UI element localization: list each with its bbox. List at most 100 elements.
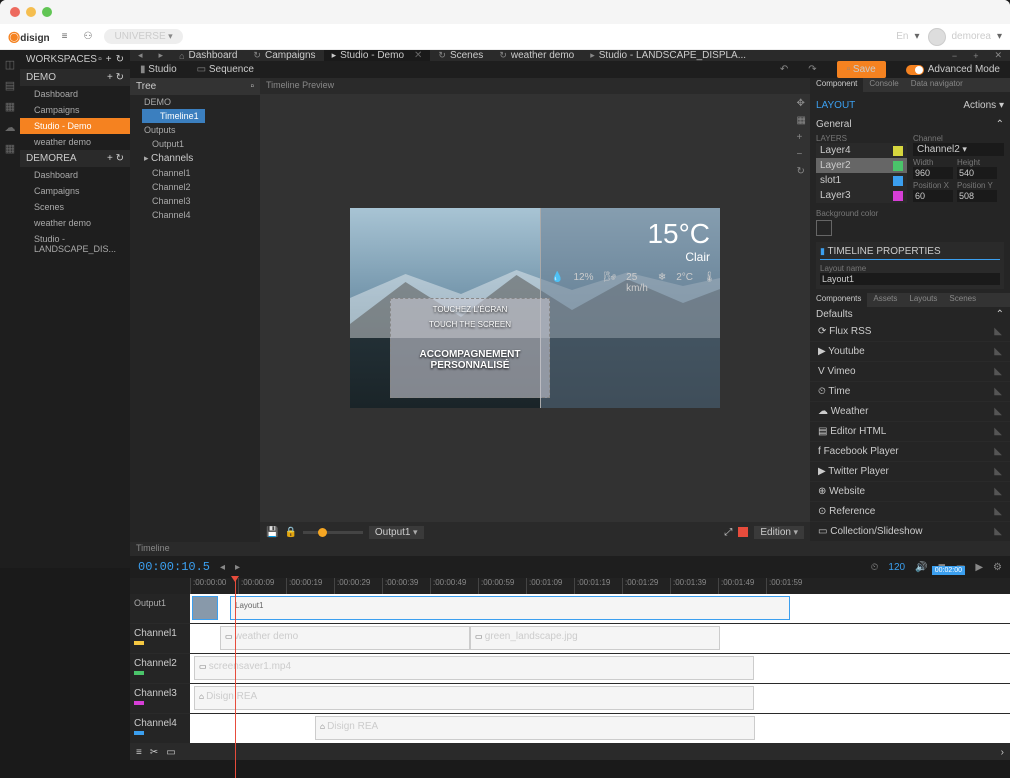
timeline-clip[interactable]: Layout1 <box>230 596 790 620</box>
track-label[interactable]: Output1 <box>130 594 190 623</box>
track-label[interactable]: Channel2 <box>130 654 190 683</box>
menu-icon[interactable]: ≡ <box>58 31 72 42</box>
zoom-slider[interactable] <box>303 531 363 534</box>
layer-row[interactable]: Layer3 <box>816 188 907 203</box>
tree-item[interactable]: Channel1 <box>130 166 260 180</box>
close-all-icon[interactable]: ✕ <box>986 50 1010 61</box>
chevron-up-icon[interactable]: ⌃ <box>996 119 1004 130</box>
component-item[interactable]: ▤ Editor HTML◣ <box>810 422 1010 442</box>
track-label[interactable]: Channel4 <box>130 714 190 743</box>
ws-item[interactable]: Dashboard <box>20 167 130 183</box>
close-dot[interactable] <box>10 7 20 17</box>
settings-icon[interactable]: ⚙ <box>993 562 1002 573</box>
record-icon[interactable] <box>738 527 748 537</box>
minus-icon[interactable]: − <box>797 149 806 160</box>
bookmark-icon[interactable]: ◣ <box>994 366 1002 377</box>
bookmark-icon[interactable]: ◣ <box>994 526 1002 537</box>
component-item[interactable]: ▶ Youtube◣ <box>810 342 1010 362</box>
timeline-clip[interactable]: ⌂ Disign REA <box>194 686 754 710</box>
ws-item[interactable]: Dashboard <box>20 86 130 102</box>
tree-item[interactable]: Channel2 <box>130 180 260 194</box>
user-menu[interactable]: demorea ▾ <box>928 28 1003 46</box>
prev-icon[interactable]: ◂ <box>220 562 225 573</box>
component-item[interactable]: V Vimeo◣ <box>810 362 1010 382</box>
ws-item[interactable]: Studio - LANDSCAPE_DIS... <box>20 231 130 257</box>
component-item[interactable]: f Facebook Player◣ <box>810 442 1010 462</box>
timeline-clip[interactable]: ▭ weather demo <box>220 626 470 650</box>
clock-icon[interactable]: ⏲ <box>871 562 879 573</box>
component-item[interactable]: ⊕ Website◣ <box>810 482 1010 502</box>
tree-item[interactable]: Outputs <box>130 123 260 137</box>
layer-row[interactable]: slot1 <box>816 173 907 188</box>
nav-back-icon[interactable]: ◂ <box>130 50 151 61</box>
chevron-up-icon[interactable]: ⌃ <box>996 309 1004 320</box>
bookmark-icon[interactable]: ◣ <box>994 386 1002 397</box>
bookmark-icon[interactable]: ◣ <box>994 446 1002 457</box>
min-dot[interactable] <box>26 7 36 17</box>
overlay-layer[interactable]: TOUCHEZ L'ÉCRAN TOUCH THE SCREEN ACCOMPA… <box>390 298 550 398</box>
grid-icon[interactable]: ▦ <box>797 115 806 126</box>
sequence-tab[interactable]: ▭ Sequence <box>197 64 254 75</box>
actions-dropdown[interactable]: Actions ▾ <box>963 100 1004 111</box>
timeline-clip[interactable]: ▭ screensaver1.mp4 <box>194 656 754 680</box>
bookmark-icon[interactable]: ◣ <box>994 326 1002 337</box>
console-tab[interactable]: Console <box>863 78 904 92</box>
chevron-right-icon[interactable]: › <box>1001 747 1004 758</box>
bookmark-icon[interactable]: ◣ <box>994 486 1002 497</box>
width-input[interactable] <box>913 167 953 179</box>
next-icon[interactable]: ▸ <box>235 562 240 573</box>
layout-name-input[interactable] <box>820 273 1000 285</box>
components-tab[interactable]: Components <box>810 293 867 307</box>
track-label[interactable]: Channel3 <box>130 684 190 713</box>
component-tab[interactable]: Component <box>810 78 863 92</box>
tree-item[interactable]: Channel3 <box>130 194 260 208</box>
layouts-tab[interactable]: Layouts <box>903 293 943 307</box>
redo-icon[interactable]: ↷ <box>808 64 816 75</box>
studio-tab[interactable]: ▮ Studio <box>140 64 177 75</box>
track-label[interactable]: Channel1 <box>130 624 190 653</box>
component-item[interactable]: ▶ Twitter Player◣ <box>810 462 1010 482</box>
bookmark-icon[interactable]: ◣ <box>994 466 1002 477</box>
tab-active[interactable]: ▸ Studio - Demo✕ <box>324 50 431 61</box>
tree-settings-icon[interactable]: ▫ <box>250 81 254 92</box>
scenes-tab[interactable]: Scenes <box>943 293 982 307</box>
cut-icon[interactable]: ✂ <box>150 747 158 758</box>
stage[interactable]: 15°C Clair 💧12% 🌬25 km/h ❄2°C 🌡19°C TOUC… <box>260 94 810 522</box>
max-dot[interactable] <box>42 7 52 17</box>
list-icon[interactable]: ≡ <box>136 747 142 758</box>
rotate-icon[interactable]: ↻ <box>797 166 806 177</box>
tree-item[interactable]: ▸ Channels <box>130 151 260 166</box>
ws-group-demo[interactable]: DEMO+ ↻ <box>20 69 130 86</box>
playhead[interactable] <box>235 578 236 778</box>
timeline-clip[interactable]: ▭ green_landscape.jpg <box>470 626 720 650</box>
ws-add-icon[interactable]: ▫ <box>98 54 102 65</box>
general-section[interactable]: General <box>816 119 852 130</box>
component-item[interactable]: ☁ Weather◣ <box>810 402 1010 422</box>
posy-input[interactable] <box>957 190 997 202</box>
rail-grid-icon[interactable]: ▦ <box>5 142 15 155</box>
output-dropdown[interactable]: Output1 ▾ <box>369 526 424 539</box>
height-input[interactable] <box>957 167 997 179</box>
close-icon[interactable]: ✕ <box>414 50 422 61</box>
save-button[interactable]: ▫ Save <box>837 61 886 78</box>
tab[interactable]: ↻ Scenes <box>430 50 491 61</box>
time-ruler[interactable]: 00:02:00 :00:00:00 :00:00:09 :00:00:19 :… <box>130 578 1010 594</box>
layer-row[interactable]: Layer4 <box>816 143 907 158</box>
ws-item-selected[interactable]: Studio - Demo <box>20 118 130 134</box>
tree-item[interactable]: Channel4 <box>130 208 260 222</box>
lang-dropdown[interactable]: En ▾ <box>896 31 919 42</box>
weather-widget[interactable]: 15°C Clair 💧12% 🌬25 km/h ❄2°C 🌡19°C <box>540 208 720 408</box>
datanav-tab[interactable]: Data navigator <box>905 78 969 92</box>
nav-fwd-icon[interactable]: ▸ <box>151 50 172 61</box>
end-marker[interactable]: 00:02:00 <box>932 566 965 575</box>
rail-layers-icon[interactable]: ▤ <box>5 79 15 92</box>
scene-preview[interactable]: 15°C Clair 💧12% 🌬25 km/h ❄2°C 🌡19°C TOUC… <box>350 208 720 408</box>
channel-dropdown[interactable]: Channel2 ▾ <box>913 143 1004 156</box>
save-icon[interactable]: 💾 <box>266 527 278 538</box>
component-item[interactable]: ▭ Collection/Slideshow◣ <box>810 522 1010 542</box>
tab[interactable]: ↻ weather demo <box>491 50 582 61</box>
component-item[interactable]: ⊙ Reference◣ <box>810 502 1010 522</box>
layer-row-selected[interactable]: Layer2 <box>816 158 907 173</box>
tree-item-selected[interactable]: Timeline1 <box>142 109 205 123</box>
box-icon[interactable]: ▭ <box>166 747 175 758</box>
